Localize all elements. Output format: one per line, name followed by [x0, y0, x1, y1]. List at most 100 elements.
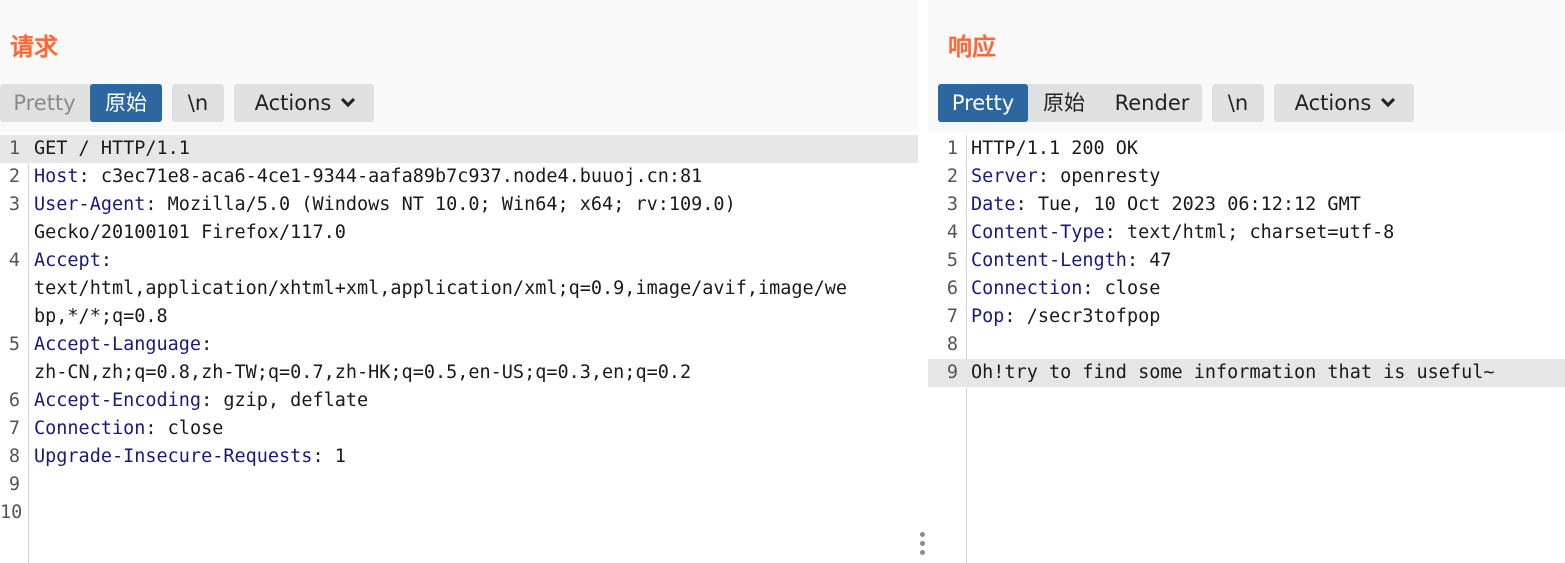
code-line[interactable]: 7 Connection: close [0, 415, 918, 443]
line-number: 3 [8, 194, 20, 215]
newline-toggle-button[interactable]: \n [172, 84, 224, 122]
code-line[interactable]: 5 Accept-Language: [0, 331, 918, 359]
header-name: Accept-Encoding [34, 390, 202, 411]
code-line[interactable]: 3 User-Agent: Mozilla/5.0 (Windows NT 10.… [0, 191, 918, 219]
newline-toggle-button[interactable]: \n [1212, 84, 1264, 122]
tab-raw[interactable]: 原始 [1029, 84, 1099, 122]
request-title: 请求 [10, 33, 58, 61]
request-editor[interactable]: 1 GET / HTTP/1.1 2 Host: c3ec71e8-aca6-4ce1… [0, 135, 918, 563]
line-number: 1 [8, 138, 20, 159]
code-line[interactable]: 4 Content-Type: text/html; charset=utf-8 [928, 219, 1565, 247]
line-number: 7 [946, 306, 958, 327]
actions-dropdown[interactable]: Actions [1274, 84, 1414, 122]
line-text: bp,*/*;q=0.8 [34, 303, 168, 331]
response-title: 响应 [948, 33, 996, 61]
actions-dropdown[interactable]: Actions [234, 84, 374, 122]
code-line[interactable]: 9 Oh!try to find some information that is… [928, 359, 1565, 387]
code-line[interactable]: 10 [0, 499, 918, 527]
tab-render[interactable]: Render [1104, 84, 1200, 122]
response-view-tabs: Pretty 原始 Render [938, 84, 1202, 122]
header-separator: : [100, 250, 112, 271]
header-separator: : [145, 418, 168, 439]
request-pane: 请求 Pretty 原始 \n Actions 1 GET / HTTP/1.1 2… [0, 0, 918, 563]
line-value: 47 [1149, 250, 1172, 271]
header-name: Server [971, 166, 1038, 187]
header-separator: : [78, 166, 101, 187]
header-name: Host [34, 166, 79, 187]
code-line[interactable]: 5 Content-Length: 47 [928, 247, 1565, 275]
line-text: Content-Length: 47 [971, 247, 1172, 275]
code-line[interactable]: 9 [0, 471, 918, 499]
code-line[interactable]: text/html,application/xhtml+xml,applicat… [0, 275, 918, 303]
line-value: c3ec71e8-aca6-4ce1-9344-aafa89b7c937.nod… [100, 166, 703, 187]
header-separator: : [1104, 222, 1127, 243]
line-number: 7 [8, 418, 20, 439]
header-name: Upgrade-Insecure-Requests [34, 446, 313, 467]
code-line[interactable]: 6 Accept-Encoding: gzip, deflate [0, 387, 918, 415]
line-value: gzip, deflate [223, 390, 369, 411]
line-text: Date: Tue, 10 Oct 2023 06:12:12 GMT [971, 191, 1361, 219]
line-text: Accept-Language: [34, 331, 212, 359]
line-number: 6 [946, 278, 958, 299]
code-line[interactable]: 3 Date: Tue, 10 Oct 2023 06:12:12 GMT [928, 191, 1565, 219]
line-text: User-Agent: Mozilla/5.0 (Windows NT 10.0… [34, 191, 736, 219]
code-line[interactable]: 7 Pop: /secr3tofpop [928, 303, 1565, 331]
line-text: zh-CN,zh;q=0.8,zh-TW;q=0.7,zh-HK;q=0.5,e… [34, 359, 691, 387]
line-value: Tue, 10 Oct 2023 06:12:12 GMT [1037, 194, 1361, 215]
header-name: Connection [34, 418, 146, 439]
newline-toggle-group: \n [172, 84, 224, 122]
line-text: Upgrade-Insecure-Requests: 1 [34, 443, 346, 471]
code-line[interactable]: 2 Server: openresty [928, 163, 1565, 191]
code-line[interactable]: 8 Upgrade-Insecure-Requests: 1 [0, 443, 918, 471]
line-value: close [167, 418, 224, 439]
tab-raw[interactable]: 原始 [90, 84, 162, 122]
line-number: 2 [8, 166, 20, 187]
header-name: Pop [971, 306, 1005, 327]
chevron-down-icon [1381, 92, 1396, 108]
header-name: User-Agent [34, 194, 146, 215]
line-number: 9 [8, 474, 20, 495]
line-number: 10 [0, 502, 23, 523]
code-line[interactable]: Gecko/20100101 Firefox/117.0 [0, 219, 918, 247]
code-line[interactable]: 1 GET / HTTP/1.1 [0, 135, 918, 163]
line-text: Connection: close [34, 415, 223, 443]
pane-splitter[interactable] [918, 0, 928, 563]
tab-pretty[interactable]: Pretty [938, 84, 1028, 122]
tab-pretty[interactable]: Pretty [0, 84, 89, 122]
splitter-handle-icon[interactable] [920, 532, 926, 559]
line-number: 5 [946, 250, 958, 271]
line-text: Content-Type: text/html; charset=utf-8 [971, 219, 1394, 247]
line-text: text/html,application/xhtml+xml,applicat… [34, 275, 847, 303]
newline-toggle-group: \n [1212, 84, 1264, 122]
code-line[interactable]: 1 HTTP/1.1 200 OK [928, 135, 1565, 163]
header-name: Accept-Language [34, 334, 202, 355]
line-number: 2 [946, 166, 958, 187]
line-value: GET / HTTP/1.1 [34, 138, 190, 159]
line-text: Gecko/20100101 Firefox/117.0 [34, 219, 346, 247]
code-line[interactable]: 4 Accept: [0, 247, 918, 275]
code-line[interactable]: zh-CN,zh;q=0.8,zh-TW;q=0.7,zh-HK;q=0.5,e… [0, 359, 918, 387]
line-text: Accept-Encoding: gzip, deflate [34, 387, 368, 415]
line-value: close [1104, 278, 1161, 299]
line-text: Connection: close [971, 275, 1160, 303]
header-name: Accept [34, 250, 101, 271]
line-text: HTTP/1.1 200 OK [971, 135, 1138, 163]
line-number: 8 [8, 446, 20, 467]
actions-label: Actions [254, 91, 332, 115]
response-editor[interactable]: 1 HTTP/1.1 200 OK 2 Server: openresty 3 Date:… [928, 135, 1565, 563]
line-value: text/html; charset=utf-8 [1126, 222, 1395, 243]
header-separator: : [1082, 278, 1105, 299]
line-value: openresty [1060, 166, 1161, 187]
response-pane: 响应 Pretty 原始 Render \n Actions 1 HTTP/1.1… [928, 0, 1565, 563]
code-line[interactable]: 8 [928, 331, 1565, 359]
line-value: Oh!try to find some information that is … [971, 362, 1495, 383]
header-separator: : [201, 390, 224, 411]
line-text: Accept: [34, 247, 112, 275]
actions-group: Actions [234, 84, 374, 122]
line-number: 3 [946, 194, 958, 215]
header-separator: : [1004, 306, 1027, 327]
code-line[interactable]: 6 Connection: close [928, 275, 1565, 303]
code-line[interactable]: 2 Host: c3ec71e8-aca6-4ce1-9344-aafa89b7c… [0, 163, 918, 191]
line-value: zh-CN,zh;q=0.8,zh-TW;q=0.7,zh-HK;q=0.5,e… [34, 362, 692, 383]
code-line[interactable]: bp,*/*;q=0.8 [0, 303, 918, 331]
